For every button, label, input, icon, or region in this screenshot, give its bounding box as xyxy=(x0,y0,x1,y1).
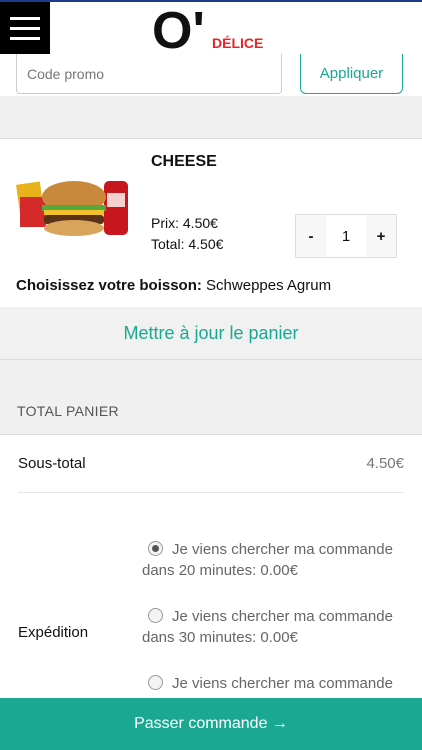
promo-code-input[interactable] xyxy=(16,54,282,94)
radio-button[interactable] xyxy=(148,541,163,556)
checkout-button[interactable]: Passer commande → xyxy=(0,698,422,750)
cart-totals-heading: TOTAL PANIER xyxy=(17,403,119,419)
divider xyxy=(18,492,404,493)
brand-logo[interactable]: O' DÉLICE xyxy=(152,4,292,54)
product-name: CHEESE xyxy=(151,153,217,170)
quantity-value[interactable]: 1 xyxy=(326,215,366,257)
drink-choice: Choisissez votre boisson: Schweppes Agru… xyxy=(16,277,331,294)
radio-button[interactable] xyxy=(148,608,163,623)
update-cart-button[interactable]: Mettre à jour le panier xyxy=(0,307,422,360)
quantity-stepper: - 1 + xyxy=(295,214,397,258)
subtotal-label: Sous-total xyxy=(18,455,86,472)
shipping-option-20[interactable]: Je viens chercher ma commande dans 20 mi… xyxy=(142,539,412,581)
increase-quantity-button[interactable]: + xyxy=(366,215,396,257)
svg-text:O': O' xyxy=(152,4,205,54)
decrease-quantity-button[interactable]: - xyxy=(296,215,326,257)
shipping-option-30[interactable]: Je viens chercher ma commande dans 30 mi… xyxy=(142,606,412,648)
section-spacer xyxy=(0,360,422,434)
shipping-label: Expédition xyxy=(18,624,89,641)
top-bar: O' DÉLICE xyxy=(0,0,422,54)
section-spacer xyxy=(0,96,422,138)
cart-totals: Sous-total 4.50€ Expédition Je viens che… xyxy=(0,434,422,735)
shipping-option-label: Je viens chercher ma commande dans 30 mi… xyxy=(142,608,393,646)
product-total: Total: 4.50€ xyxy=(151,236,224,252)
svg-text:DÉLICE: DÉLICE xyxy=(212,35,263,51)
shipping-option-label: Je viens chercher ma commande dans 20 mi… xyxy=(142,541,393,579)
product-price: Prix: 4.50€ xyxy=(151,215,218,231)
subtotal-value: 4.50€ xyxy=(366,455,404,472)
radio-button[interactable] xyxy=(148,675,163,690)
burger-menu-image xyxy=(16,181,128,236)
cart-item: CHEESE Prix: 4.50€ Total: 4.50€ - 1 + Ch… xyxy=(0,138,422,308)
drink-value: Schweppes Agrum xyxy=(201,277,332,294)
drink-label: Choisissez votre boisson: xyxy=(16,277,202,294)
apply-promo-button[interactable]: Appliquer xyxy=(300,54,403,94)
hamburger-menu-icon[interactable] xyxy=(0,2,50,54)
